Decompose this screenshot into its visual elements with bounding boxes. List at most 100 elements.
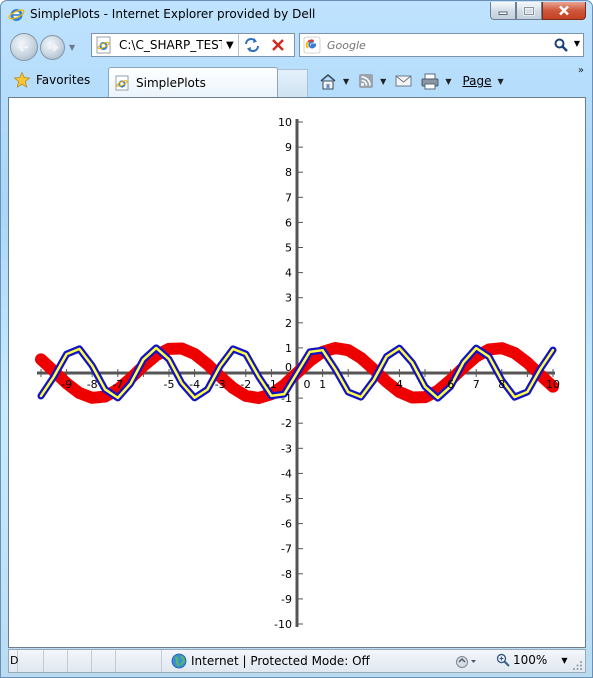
search-icon[interactable] [553, 37, 569, 53]
y-tick-label: 5 [285, 242, 292, 255]
x-tick-label: -2 [240, 378, 251, 391]
ie-logo-icon [8, 9, 25, 21]
page-content: -9 -8 -7 -5 -4 -3 -2 -1 0 1 4 6 7 8 10 10 9 8 7 6 5 4 3 2 1 0 -1 -2… [8, 97, 586, 648]
close-button[interactable] [542, 2, 586, 20]
home-dropdown-icon[interactable]: ▼ [343, 77, 349, 86]
title-bar[interactable]: SimplePlots - Internet Explorer provided… [1, 1, 592, 28]
stop-button[interactable] [265, 34, 291, 56]
status-pane-4 [92, 650, 116, 672]
y-tick-label: 10 [278, 116, 292, 129]
favorites-button[interactable]: Favorites [9, 68, 106, 92]
address-bar[interactable]: C:\C_SHARP_TESTS ▼ [91, 33, 295, 57]
x-tick-label: 10 [546, 378, 560, 391]
x-tick-label: -1 [266, 378, 277, 391]
globe-icon [171, 653, 187, 669]
y-tick-label: 6 [285, 216, 292, 229]
x-tick-label: -4 [189, 378, 200, 391]
navigation-bar: ▼ C:\C_SHARP_TESTS ▼ [1, 28, 592, 64]
function-plot: -9 -8 -7 -5 -4 -3 -2 -1 0 1 4 6 7 8 10109876543210-1-2… [35, 116, 560, 631]
browser-window: SimplePlots - Internet Explorer provided… [0, 0, 593, 678]
page-menu-label: Page [462, 74, 492, 88]
home-button[interactable]: ▼ [319, 73, 349, 90]
recent-pages-dropdown[interactable]: ▼ [69, 43, 75, 52]
search-options-dropdown[interactable]: ▼ [574, 39, 580, 48]
status-pane-2 [44, 650, 68, 672]
y-tick-label: 9 [285, 141, 292, 154]
print-dropdown-icon[interactable]: ▼ [445, 77, 451, 86]
x-tick-label: 8 [498, 378, 505, 391]
zoom-dropdown-icon[interactable]: ▼ [561, 656, 567, 665]
feeds-button[interactable]: ▼ [358, 73, 386, 89]
shield-arrows-icon [456, 656, 476, 668]
y-tick-label: 3 [285, 292, 292, 305]
y-tick-label: -6 [281, 518, 292, 531]
status-text: D [9, 650, 18, 672]
home-icon [320, 73, 336, 89]
google-logo-icon [303, 36, 321, 54]
mail-icon [395, 75, 412, 87]
arrow-left-icon [17, 42, 28, 52]
stop-icon [271, 39, 284, 51]
window-title: SimplePlots - Internet Explorer provided… [30, 7, 316, 21]
resize-grip-icon[interactable] [573, 661, 583, 671]
zoom-control[interactable]: 100% ▼ [496, 653, 567, 667]
y-tick-label: -10 [274, 618, 292, 631]
page-dropdown-icon: ▼ [497, 76, 504, 86]
status-bar: D Internet | Protected Mode: Off 100% ▼ [8, 649, 586, 673]
close-icon [559, 5, 569, 16]
refresh-button[interactable] [239, 34, 265, 56]
maximize-icon [523, 6, 535, 15]
back-button[interactable] [10, 33, 38, 61]
x-tick-label: 1 [319, 378, 326, 391]
x-tick-label: -3 [215, 378, 226, 391]
command-tools: ▼ ▼ ▼ Page ▼ [319, 69, 513, 93]
status-pane-1 [18, 650, 44, 672]
x-tick-label: -5 [164, 378, 175, 391]
y-tick-label: 7 [285, 191, 292, 204]
x-tick-label: -8 [87, 378, 98, 391]
address-dropdown[interactable]: ▼ [226, 40, 234, 51]
favorites-label: Favorites [36, 73, 91, 87]
new-tab-button[interactable] [278, 69, 308, 97]
tab-label: SimplePlots [136, 75, 206, 90]
star-icon [13, 71, 31, 88]
security-zone[interactable]: Internet | Protected Mode: Off [171, 653, 370, 669]
maximize-button[interactable] [516, 2, 542, 20]
address-text[interactable]: C:\C_SHARP_TESTS [119, 38, 222, 52]
search-input[interactable] [325, 37, 525, 53]
y-tick-label: -4 [281, 467, 292, 480]
minimize-icon [498, 11, 508, 15]
x-tick-label: -7 [112, 378, 123, 391]
y-tick-label: 4 [285, 267, 292, 280]
page-menu-button[interactable]: Page ▼ [462, 74, 503, 88]
arrow-right-icon [48, 43, 59, 52]
forward-button[interactable] [40, 35, 65, 60]
x-tick-label: 4 [396, 378, 403, 391]
refresh-icon [244, 38, 259, 52]
feeds-dropdown-icon[interactable]: ▼ [380, 77, 386, 86]
rss-feed-icon [359, 74, 374, 88]
y-tick-label: -7 [281, 543, 292, 556]
x-tick-label: -9 [61, 378, 72, 391]
y-tick-label: -3 [281, 442, 292, 455]
x-tick-label: 7 [473, 378, 480, 391]
y-tick-label: -2 [281, 417, 292, 430]
status-pane-3 [68, 650, 92, 672]
zoom-label: 100% [513, 653, 548, 667]
page-icon [96, 36, 111, 54]
printer-icon [421, 73, 439, 89]
tab-simpleplots[interactable]: SimplePlots [108, 67, 278, 97]
caption-buttons [490, 2, 586, 20]
print-button[interactable]: ▼ [421, 73, 451, 90]
popup-blocker-button[interactable] [455, 654, 479, 670]
mail-button[interactable] [395, 74, 412, 88]
x-tick-label: 0 [304, 378, 311, 391]
x-tick-label: 6 [447, 378, 454, 391]
search-box[interactable]: ▼ [299, 33, 584, 57]
minimize-button[interactable] [490, 2, 516, 20]
y-tick-label: -9 [281, 593, 292, 606]
magnifier-icon [496, 653, 510, 667]
zone-label: Internet | Protected Mode: Off [191, 654, 370, 668]
chevron-more-icon[interactable]: » [578, 65, 584, 76]
command-bar: Favorites SimplePlots ▼ ▼ ▼ Page ▼ » [1, 64, 592, 97]
